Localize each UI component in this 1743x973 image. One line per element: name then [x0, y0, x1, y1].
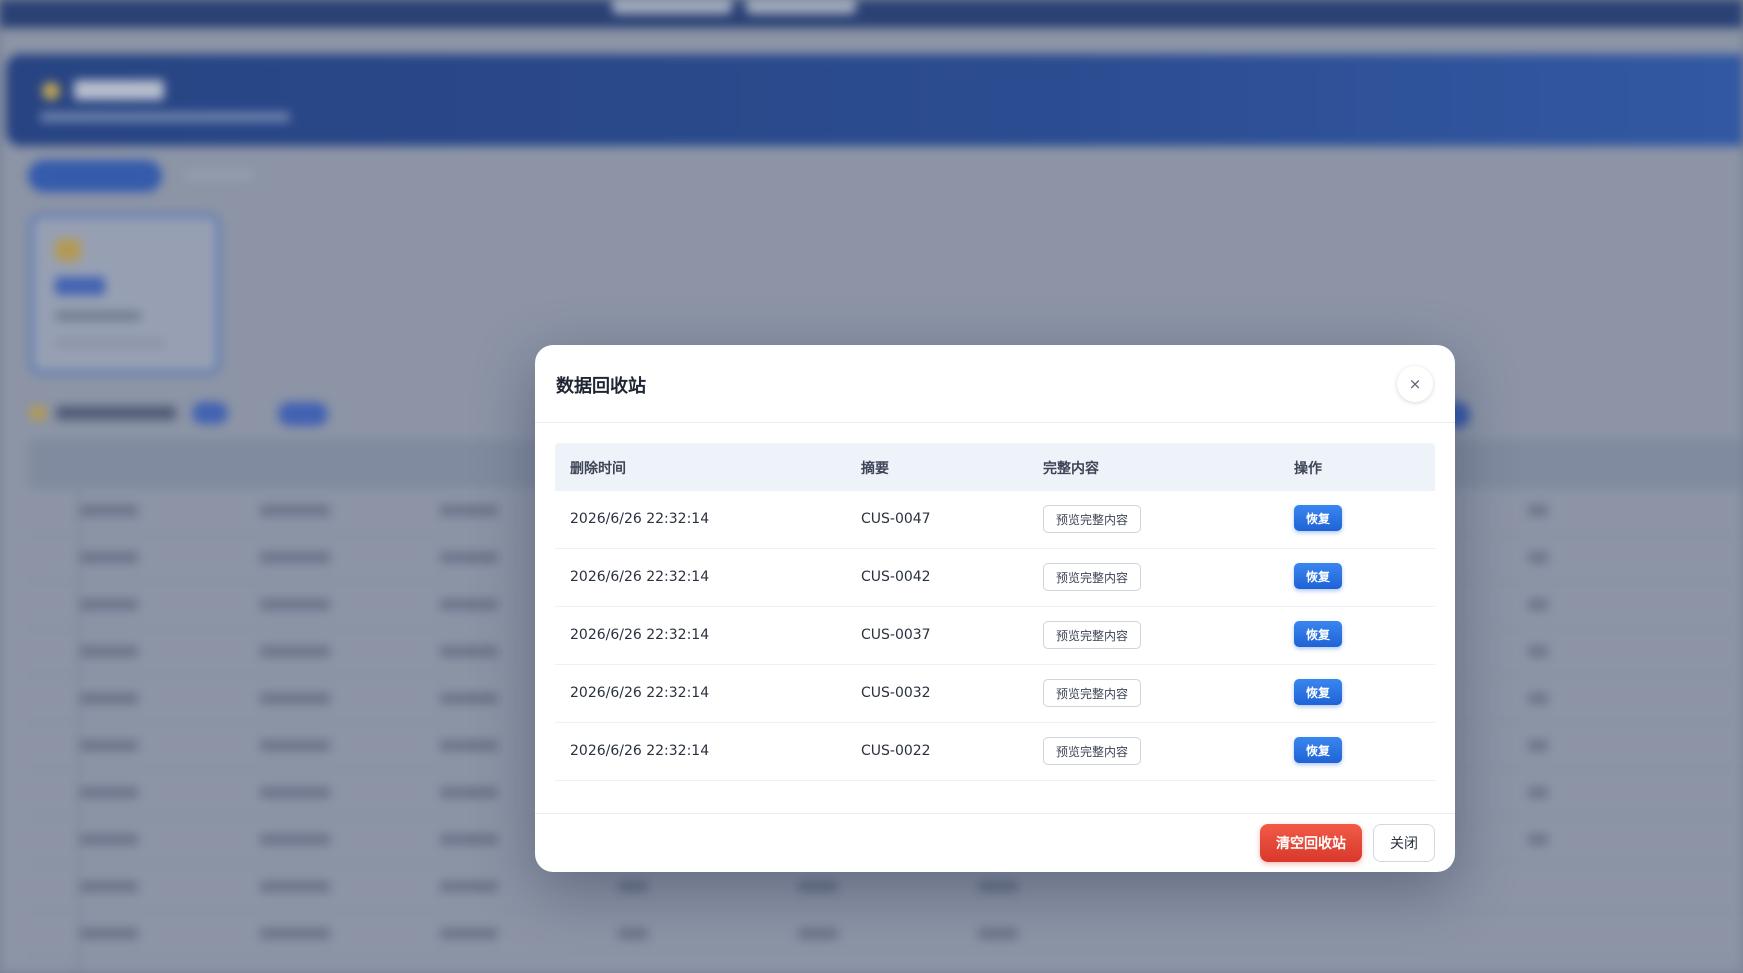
modal-title: 数据回收站: [556, 376, 646, 397]
summary-cell: CUS-0042: [861, 569, 931, 585]
modal-footer: 清空回收站 关闭: [535, 813, 1455, 872]
table-row: 2026/6/26 22:32:14 CUS-0037 预览完整内容 恢复: [555, 607, 1435, 665]
preview-full-content-button[interactable]: 预览完整内容: [1043, 621, 1141, 649]
summary-cell: CUS-0022: [861, 743, 931, 759]
deleted-at-cell: 2026/6/26 22:32:14: [570, 685, 710, 701]
summary-cell: CUS-0032: [861, 685, 931, 701]
summary-cell: CUS-0037: [861, 627, 931, 643]
table-header: 删除时间 摘要 完整内容 操作: [555, 443, 1435, 491]
preview-full-content-button[interactable]: 预览完整内容: [1043, 505, 1141, 533]
summary-cell: CUS-0047: [861, 511, 931, 527]
table-row: 2026/6/26 22:32:14 CUS-0032 预览完整内容 恢复: [555, 665, 1435, 723]
preview-full-content-button[interactable]: 预览完整内容: [1043, 679, 1141, 707]
restore-button[interactable]: 恢复: [1294, 563, 1342, 589]
restore-button[interactable]: 恢复: [1294, 621, 1342, 647]
restore-button[interactable]: 恢复: [1294, 679, 1342, 705]
close-icon[interactable]: ×: [1397, 366, 1433, 402]
column-header-summary: 摘要: [861, 461, 889, 477]
deleted-at-cell: 2026/6/26 22:32:14: [570, 627, 710, 643]
modal-header: 数据回收站 ×: [535, 345, 1455, 423]
restore-button[interactable]: 恢复: [1294, 737, 1342, 763]
preview-full-content-button[interactable]: 预览完整内容: [1043, 563, 1141, 591]
recycle-bin-table: 删除时间 摘要 完整内容 操作 2026/6/26 22:32:14 CUS-0…: [555, 443, 1435, 781]
close-button[interactable]: 关闭: [1373, 824, 1435, 862]
table-row: 2026/6/26 22:32:14 CUS-0042 预览完整内容 恢复: [555, 549, 1435, 607]
deleted-at-cell: 2026/6/26 22:32:14: [570, 569, 710, 585]
table-row: 2026/6/26 22:32:14 CUS-0047 预览完整内容 恢复: [555, 491, 1435, 549]
column-header-actions: 操作: [1294, 461, 1322, 477]
preview-full-content-button[interactable]: 预览完整内容: [1043, 737, 1141, 765]
column-header-full-content: 完整内容: [1043, 461, 1099, 477]
empty-recycle-bin-button[interactable]: 清空回收站: [1260, 824, 1362, 862]
table-row: 2026/6/26 22:32:14 CUS-0022 预览完整内容 恢复: [555, 723, 1435, 781]
recycle-bin-modal: 数据回收站 × 删除时间 摘要 完整内容 操作 2026/6/26 22:32:…: [535, 345, 1455, 872]
restore-button[interactable]: 恢复: [1294, 505, 1342, 531]
deleted-at-cell: 2026/6/26 22:32:14: [570, 743, 710, 759]
column-header-deleted-at: 删除时间: [570, 461, 626, 477]
deleted-at-cell: 2026/6/26 22:32:14: [570, 511, 710, 527]
